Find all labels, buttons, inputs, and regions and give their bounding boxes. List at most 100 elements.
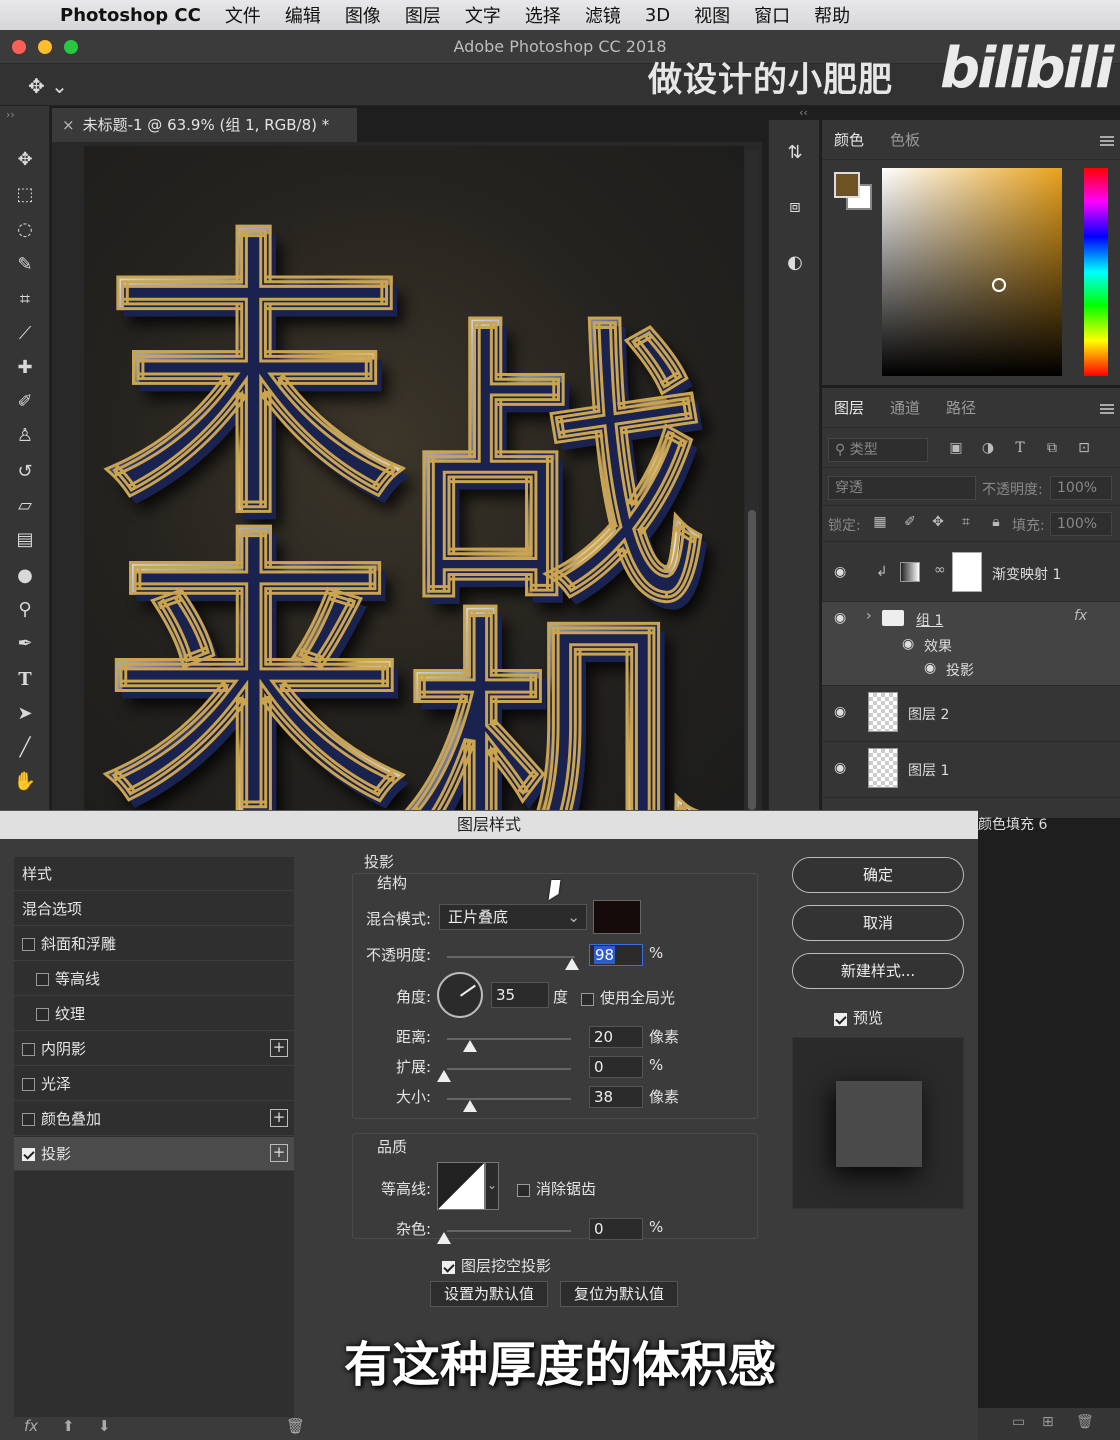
visibility-eye-icon[interactable]: ◉ <box>834 610 854 626</box>
layer-filter-select[interactable]: ⚲ 类型 <box>828 438 928 462</box>
layer-opacity-field[interactable]: 100% <box>1050 476 1112 500</box>
cancel-button[interactable]: 取消 <box>792 905 964 941</box>
hand-icon[interactable]: ✋ <box>11 768 39 796</box>
filter-pixel-icon[interactable]: ▣ <box>946 440 966 460</box>
canvas-area[interactable]: 末 战 来 机 <box>52 142 762 812</box>
delete-effect-icon[interactable]: 🗑︎ <box>286 1417 305 1435</box>
canvas-scrollbar[interactable] <box>745 150 759 810</box>
drop-shadow-checkbox[interactable] <box>22 1148 35 1161</box>
marquee-icon[interactable]: ⬚ <box>11 181 39 209</box>
tab-layers[interactable]: 图层 <box>834 397 864 418</box>
crop-icon[interactable]: ⌗ <box>11 286 39 314</box>
eraser-icon[interactable]: ▱ <box>11 492 39 520</box>
add-inner-shadow-button[interactable]: + <box>270 1039 288 1057</box>
tab-paths[interactable]: 路径 <box>946 397 976 418</box>
filter-smart-icon[interactable]: ⊡ <box>1074 440 1094 460</box>
move-up-icon[interactable]: ⬆ <box>62 1417 75 1435</box>
style-item-color-overlay[interactable]: 颜色叠加 + <box>14 1102 294 1136</box>
lock-pixels-icon[interactable]: ✐ <box>900 514 920 534</box>
add-drop-shadow-button[interactable]: + <box>270 1144 288 1162</box>
stamp-icon[interactable]: ♙ <box>11 422 39 450</box>
distance-field[interactable]: 20 <box>589 1026 643 1048</box>
spread-slider-knob[interactable] <box>437 1070 451 1082</box>
filter-type-icon[interactable]: T <box>1010 440 1030 460</box>
global-light-checkbox[interactable] <box>581 992 594 1006</box>
style-item-styles[interactable]: 样式 <box>14 857 294 891</box>
eyedropper-icon[interactable]: ⟋ <box>11 320 39 348</box>
pen-icon[interactable]: ✒ <box>11 630 39 658</box>
spread-slider[interactable] <box>447 1068 571 1070</box>
style-item-drop-shadow[interactable]: 投影 + <box>14 1137 294 1171</box>
style-item-satin[interactable]: 光泽 <box>14 1067 294 1101</box>
blur-icon[interactable]: ● <box>11 562 39 590</box>
move-tool-preset-icon[interactable]: ✥ ⌄ <box>28 74 68 98</box>
lasso-icon[interactable]: ◌ <box>11 216 39 244</box>
preview-checkbox[interactable] <box>834 1012 847 1026</box>
menu-type[interactable]: 文字 <box>465 2 501 28</box>
filter-shape-icon[interactable]: ⧉ <box>1042 440 1062 460</box>
noise-field[interactable]: 0 <box>589 1218 643 1240</box>
new-group-icon[interactable]: ▭ <box>1012 1414 1025 1430</box>
brush-icon[interactable]: ✐ <box>11 388 39 416</box>
menu-file[interactable]: 文件 <box>225 2 261 28</box>
satin-checkbox[interactable] <box>22 1078 35 1091</box>
style-item-texture[interactable]: 纹理 <box>14 997 294 1031</box>
layer-row[interactable]: ◉ 图层 1 <box>822 742 1120 798</box>
menu-3d[interactable]: 3D <box>645 5 670 26</box>
expand-group-icon[interactable]: › <box>866 608 872 624</box>
collapse-dock-icon[interactable]: ‹‹ <box>799 106 808 119</box>
healing-icon[interactable]: ✚ <box>11 354 39 382</box>
angle-dial[interactable] <box>437 972 483 1018</box>
opacity-slider[interactable] <box>447 956 575 958</box>
noise-slider-knob[interactable] <box>437 1232 451 1244</box>
move-down-icon[interactable]: ⬇ <box>98 1417 111 1435</box>
size-field[interactable]: 38 <box>589 1086 643 1108</box>
lock-all-icon[interactable]: 🔒︎ <box>986 514 1006 534</box>
color-field[interactable] <box>882 168 1062 376</box>
contour-checkbox[interactable] <box>36 973 49 986</box>
menu-window[interactable]: 窗口 <box>754 2 790 28</box>
tab-color[interactable]: 颜色 <box>834 129 864 150</box>
menu-filter[interactable]: 滤镜 <box>585 2 621 28</box>
line-icon[interactable]: ╱ <box>11 734 39 762</box>
spread-field[interactable]: 0 <box>589 1056 643 1078</box>
antialias-checkbox[interactable] <box>517 1183 530 1197</box>
delete-layer-icon[interactable]: 🗑︎ <box>1076 1414 1094 1430</box>
set-default-button[interactable]: 设置为默认值 <box>430 1281 548 1307</box>
new-style-button[interactable]: 新建样式... <box>792 953 964 989</box>
fx-icon[interactable]: fx <box>1074 608 1087 624</box>
visibility-eye-icon[interactable]: ◉ <box>924 660 936 676</box>
contour-picker[interactable] <box>437 1162 485 1210</box>
adjustments-panel-icon[interactable]: ◐ <box>783 252 807 276</box>
close-tab-icon[interactable]: × <box>62 116 75 134</box>
lock-artboard-icon[interactable]: ⌗ <box>956 514 976 534</box>
ok-button[interactable]: 确定 <box>792 857 964 893</box>
size-slider-knob[interactable] <box>463 1100 477 1112</box>
filter-adjustment-icon[interactable]: ◑ <box>978 440 998 460</box>
color-picker-cursor[interactable] <box>992 278 1006 292</box>
menu-select[interactable]: 选择 <box>525 2 561 28</box>
angle-field[interactable]: 35 <box>491 982 549 1008</box>
contour-dropdown-chevron-icon[interactable]: ⌄ <box>485 1162 499 1210</box>
opacity-field[interactable]: 98 <box>589 944 643 966</box>
shadow-color-swatch[interactable] <box>593 900 641 934</box>
scroll-thumb[interactable] <box>748 510 756 810</box>
noise-slider[interactable] <box>447 1230 571 1232</box>
fill-field[interactable]: 100% <box>1050 512 1112 536</box>
visibility-eye-icon[interactable]: ◉ <box>834 760 854 776</box>
dodge-icon[interactable]: ⚲ <box>11 596 39 624</box>
layer-row[interactable]: ◉ 图层 2 <box>822 686 1120 742</box>
menu-layer[interactable]: 图层 <box>405 2 441 28</box>
move-icon[interactable]: ✥ <box>11 146 39 174</box>
fx-menu-icon[interactable]: fx <box>24 1417 38 1435</box>
artboard[interactable]: 末 战 来 机 <box>84 146 744 812</box>
add-color-overlay-button[interactable]: + <box>270 1109 288 1127</box>
layer-blend-select[interactable]: 穿透 <box>828 476 976 500</box>
style-item-blending-options[interactable]: 混合选项 <box>14 892 294 926</box>
menu-help[interactable]: 帮助 <box>814 2 850 28</box>
foreground-color-swatch[interactable] <box>834 172 860 198</box>
path-select-icon[interactable]: ➤ <box>11 700 39 728</box>
distance-slider-knob[interactable] <box>463 1040 477 1052</box>
texture-checkbox[interactable] <box>36 1008 49 1021</box>
type-icon[interactable]: T <box>11 666 39 694</box>
